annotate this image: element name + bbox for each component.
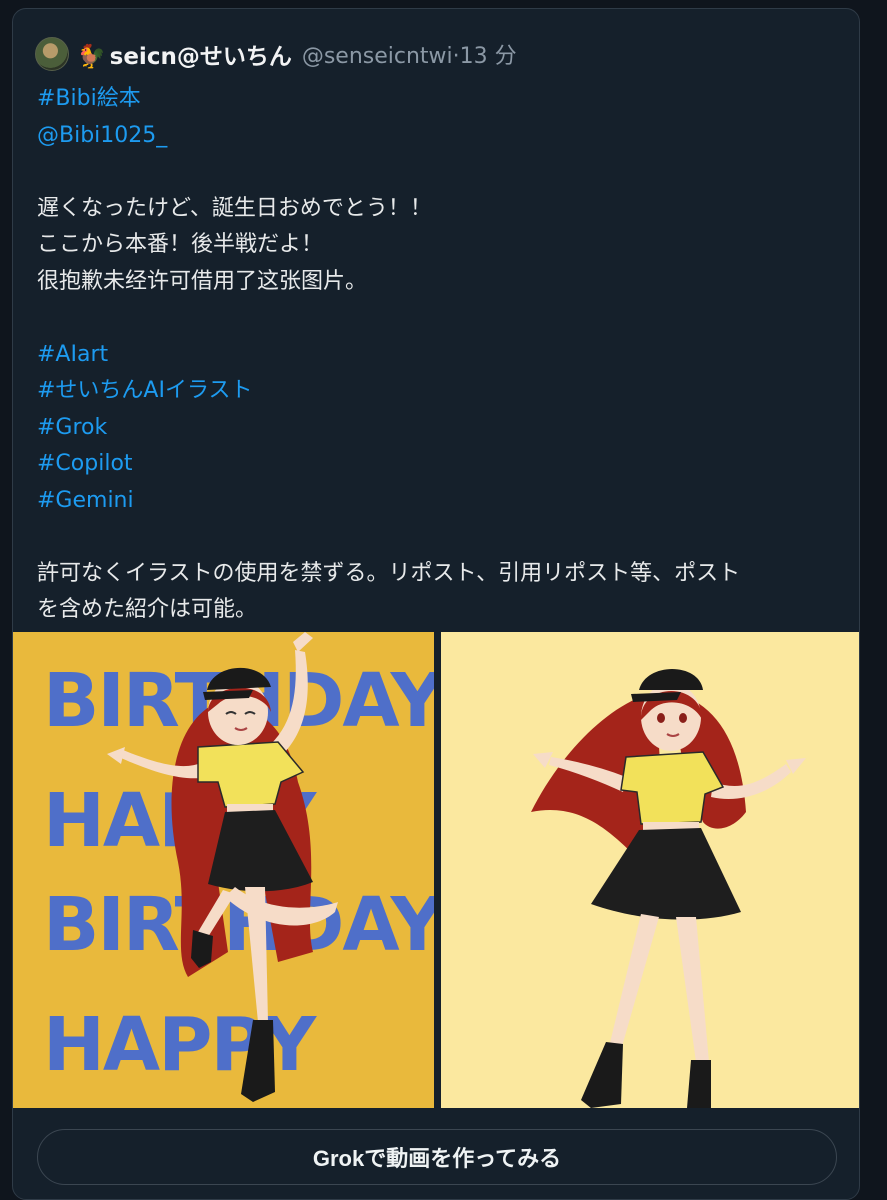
post-card[interactable]: 🐓 seicn@せいちん @senseicntwi·13 分 #Bibi絵本 @Bi… [12,8,860,1200]
image-right[interactable] [441,632,859,1108]
post-text-line: 很抱歉未经许可借用了这张图片。 [37,268,368,294]
post-text-line: 遅くなったけど、誕生日おめでとう！！ [37,195,432,221]
grok-video-button[interactable]: Grokで動画を作ってみる [37,1129,837,1185]
separator: · [452,44,460,69]
display-name[interactable]: 🐓 seicn@せいちん [77,37,292,71]
display-name-text: seicn@せいちん [109,44,292,70]
media-grid: HAPPYBIRTHDAYHAPPYBIRTHDAYHAPPYBIRTHDAY [13,632,859,1108]
image-left[interactable]: HAPPYBIRTHDAYHAPPYBIRTHDAYHAPPYBIRTHDAY [13,632,434,1108]
post-link[interactable]: @Bibi1025_ [37,118,837,155]
post-text-line: 許可なくイラストの使用を禁ずる。リポスト、引用リポスト等、ポスト [37,560,741,586]
post-link[interactable]: #Bibi絵本 [37,81,837,118]
post-link[interactable]: #Grok [37,410,837,447]
post-link[interactable]: #せいちんAIイラスト [37,373,837,410]
avatar[interactable] [35,37,69,71]
post-link[interactable]: #Gemini [37,483,837,520]
post-header: 🐓 seicn@せいちん @senseicntwi·13 分 [35,35,843,73]
post-text: #Bibi絵本 @Bibi1025_ 遅くなったけど、誕生日おめでとう！！ ここから本… [37,81,837,629]
post-time[interactable]: 13 分 [460,44,517,69]
rooster-icon: 🐓 [77,44,106,70]
birthday-background-word: BIRTHDAY [43,1106,434,1108]
post-text-line: ここから本番！後半戦だよ！ [37,232,324,257]
post-link[interactable]: #Copilot [37,446,837,483]
birthday-background-word: HAPPY [43,632,318,640]
post-link[interactable]: #AIart [37,337,837,374]
post-text-line: を含めた紹介は可能。 [37,597,258,622]
birthday-background-word: HAPPY [43,1002,318,1088]
user-handle[interactable]: @senseicntwi·13 分 [302,38,517,70]
